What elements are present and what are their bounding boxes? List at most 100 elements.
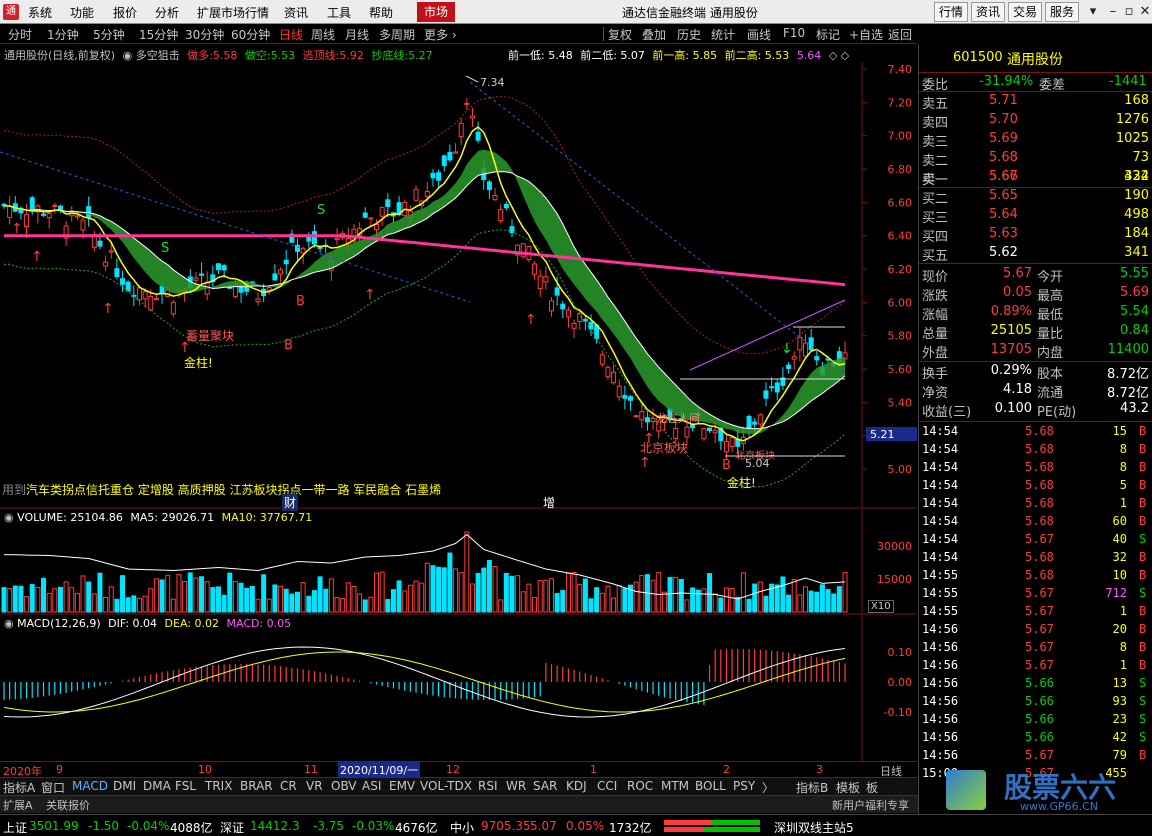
f10-button[interactable]: F10	[783, 26, 805, 40]
concept-list[interactable]: 汽车类拐点信托重仓 定增股 高质押股 江苏板块拐点一带一路 军民融合 石墨烯	[26, 483, 441, 497]
tab-emv[interactable]: EMV	[389, 779, 415, 793]
zx-label[interactable]: 中小	[450, 819, 474, 836]
tab-roc[interactable]: ROC	[627, 779, 653, 793]
service-button[interactable]: 服务	[1045, 2, 1079, 22]
dropdown-icon[interactable]: ◉	[123, 49, 133, 62]
period-1min[interactable]: 1分钟	[47, 26, 79, 43]
chart-area[interactable]: 7.345.04SSBBB金柱!金柱!蓄量聚块北京板块龙在人间北京板块↑↑↑↑↑…	[0, 62, 917, 776]
tab-boll[interactable]: BOLL	[695, 779, 726, 793]
duo-value: 5.58	[212, 49, 238, 62]
tab-vol-tdx[interactable]: VOL-TDX	[420, 779, 472, 793]
tab-sar[interactable]: SAR	[533, 779, 557, 793]
tab-mtm[interactable]: MTM	[661, 779, 689, 793]
tab-cr[interactable]: CR	[280, 779, 297, 793]
ext-a-tab[interactable]: 扩展A	[3, 797, 33, 813]
tab-window[interactable]: 窗口	[41, 779, 65, 796]
candle-body	[193, 277, 199, 281]
period-fenshi[interactable]: 分时	[8, 26, 32, 43]
menu-analysis[interactable]: 分析	[155, 4, 179, 21]
menu-quote[interactable]: 报价	[113, 4, 137, 21]
period-5min[interactable]: 5分钟	[93, 26, 125, 43]
gold-bar-label: 金柱!	[727, 475, 756, 490]
tab-rsi[interactable]: RSI	[478, 779, 498, 793]
server-name[interactable]: 深圳双线主站5	[774, 819, 854, 836]
draw-line-button[interactable]: 画线	[747, 26, 771, 43]
quote-value: 5.67	[1003, 266, 1032, 281]
period-15min[interactable]: 15分钟	[139, 26, 178, 43]
tab-trix[interactable]: TRIX	[205, 779, 232, 793]
zeng-marker[interactable]: 增	[543, 494, 555, 511]
weibi-value: -31.94%	[979, 74, 1034, 89]
tabs-scroll-icon[interactable]: 〉	[762, 779, 774, 796]
diamond-icon[interactable]: ◇ ◇	[829, 49, 849, 62]
period-weekly[interactable]: 周线	[311, 26, 335, 43]
tab-psy[interactable]: PSY	[733, 779, 755, 793]
tab-obv[interactable]: OBV	[331, 779, 357, 793]
tab-board[interactable]: 板	[866, 779, 878, 796]
tab-vr[interactable]: VR	[306, 779, 323, 793]
menu-help[interactable]: 帮助	[369, 4, 393, 21]
tick-side: B	[1139, 478, 1147, 492]
tab-macd[interactable]: MACD	[72, 779, 108, 793]
new-user-welfare-link[interactable]: 新用户福利专享	[832, 797, 909, 813]
tab-asi[interactable]: ASI	[362, 779, 381, 793]
macd-dropdown-icon[interactable]: ◉	[4, 617, 14, 630]
prev-high-2: 前二高: 5.53	[724, 49, 790, 62]
finance-marker[interactable]: 财	[282, 494, 299, 511]
menu-arrow-icon[interactable]: ▾	[1084, 3, 1102, 21]
period-monthly[interactable]: 月线	[345, 26, 369, 43]
period-60min[interactable]: 60分钟	[231, 26, 270, 43]
candle-body	[616, 385, 622, 398]
related-quote-tab[interactable]: 关联报价	[46, 797, 90, 813]
volume-dropdown-icon[interactable]: ◉	[4, 511, 14, 524]
menu-ext-market[interactable]: 扩展市场行情	[197, 4, 269, 21]
tab-kdj[interactable]: KDJ	[566, 779, 587, 793]
sh-label[interactable]: 上证	[3, 819, 27, 836]
mark-button[interactable]: 标记	[816, 26, 840, 43]
period-30min[interactable]: 30分钟	[185, 26, 224, 43]
back-button[interactable]: 返回	[888, 26, 912, 43]
overlay-button[interactable]: 叠加	[642, 26, 666, 43]
candle-body	[757, 414, 763, 425]
market-button[interactable]: 市场	[417, 2, 455, 22]
volume-bar	[565, 572, 571, 613]
candle-body	[808, 337, 814, 351]
menu-tools[interactable]: 工具	[327, 4, 351, 21]
candle-body	[469, 115, 475, 119]
menu-news[interactable]: 资讯	[284, 4, 308, 21]
candle-body	[125, 281, 131, 292]
tick-list[interactable]: 14:54 5.68 15 B 14:54 5.68 8 B 14:54 5.68 8 B 14:54 5…	[919, 423, 1152, 783]
tab-template[interactable]: 模板	[836, 779, 860, 796]
tab-indicator-a[interactable]: 指标A	[3, 779, 35, 796]
stats-button[interactable]: 统计	[711, 26, 735, 43]
watermark: 股票六六 www.GP66.CN	[928, 766, 1152, 814]
close-icon[interactable]: ✕	[1136, 3, 1152, 21]
weibi-row: 委比 -31.94% 委差 -1441	[919, 72, 1152, 93]
tab-brar[interactable]: BRAR	[240, 779, 273, 793]
volume-bar	[819, 584, 825, 613]
candle-body	[272, 273, 278, 281]
tab-cci[interactable]: CCI	[597, 779, 617, 793]
period-multi[interactable]: 多周期	[379, 26, 415, 43]
candle-body	[769, 386, 775, 389]
tab-wr[interactable]: WR	[506, 779, 526, 793]
tab-fsl[interactable]: FSL	[175, 779, 196, 793]
period-more[interactable]: 更多 ›	[424, 26, 457, 43]
tab-dmi[interactable]: DMI	[113, 779, 136, 793]
restore-rights-button[interactable]: 复权	[608, 26, 632, 43]
menu-function[interactable]: 功能	[70, 4, 94, 21]
history-button[interactable]: 历史	[677, 26, 701, 43]
quote-value: 0.89%	[990, 304, 1032, 319]
tab-dma[interactable]: DMA	[143, 779, 171, 793]
trade-button[interactable]: 交易	[1008, 2, 1042, 22]
tab-indicator-b[interactable]: 指标B	[796, 779, 828, 796]
volume-label: VOLUME: 25104.86	[17, 511, 123, 524]
add-watchlist-button[interactable]: +自选	[849, 26, 883, 43]
quote-button[interactable]: 行情	[934, 2, 968, 22]
period-daily[interactable]: 日线	[279, 26, 303, 43]
sz-label[interactable]: 深证	[220, 819, 244, 836]
indicator-name[interactable]: 多空狙击	[136, 49, 180, 62]
menu-system[interactable]: 系统	[28, 4, 52, 21]
volume-bar	[469, 583, 475, 613]
news-button[interactable]: 资讯	[971, 2, 1005, 22]
